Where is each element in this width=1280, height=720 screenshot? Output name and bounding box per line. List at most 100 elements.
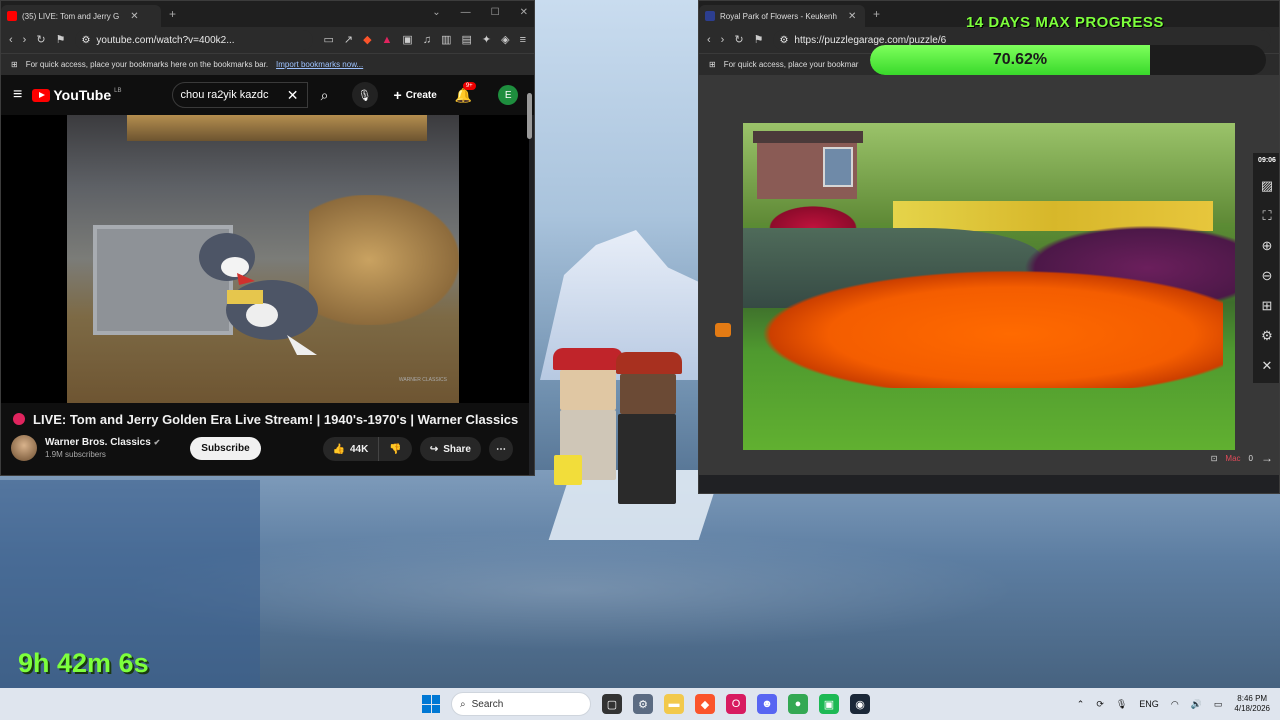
cast-icon[interactable]: ▭ bbox=[323, 34, 333, 46]
tray-chevron-icon[interactable]: ⌃ bbox=[1077, 699, 1085, 710]
zoom-in-icon[interactable]: ⊕ bbox=[1262, 238, 1273, 254]
chrome-icon[interactable]: ● bbox=[788, 694, 808, 714]
fullscreen-icon[interactable]: ⛶ bbox=[1262, 208, 1271, 224]
tab-strip: (35) LIVE: Tom and Jerry G ✕ + ⌄ — ☐ ✕ bbox=[1, 1, 534, 27]
apps-grid-icon[interactable]: ⊞ bbox=[709, 60, 716, 69]
settings-gear-icon[interactable]: ⚙ bbox=[1261, 328, 1273, 344]
search-icon: ⌕ bbox=[460, 698, 466, 710]
bookmarks-bar: ⊞ For quick access, place your bookmarks… bbox=[1, 53, 534, 75]
settings-app-icon[interactable]: ⚙ bbox=[633, 694, 653, 714]
clear-search-icon[interactable]: ✕ bbox=[287, 87, 299, 104]
back-icon[interactable]: ‹ bbox=[9, 34, 13, 46]
opera-icon[interactable]: O bbox=[726, 694, 746, 714]
reload-icon[interactable]: ↻ bbox=[36, 34, 45, 46]
maximize-icon[interactable]: ☐ bbox=[491, 7, 500, 18]
loose-puzzle-piece[interactable] bbox=[715, 323, 731, 337]
bookmark-hint: For quick access, place your bookmar bbox=[723, 60, 859, 69]
like-button[interactable]: 👍 44K bbox=[322, 437, 380, 461]
share-page-icon[interactable]: ↗ bbox=[344, 34, 353, 46]
wallet-icon[interactable]: ▤ bbox=[461, 34, 471, 46]
thumbs-down-icon: 👎 bbox=[389, 443, 402, 455]
forward-icon[interactable]: › bbox=[23, 34, 27, 46]
youtube-browser-window[interactable]: (35) LIVE: Tom and Jerry G ✕ + ⌄ — ☐ ✕ ‹… bbox=[0, 0, 535, 476]
clock[interactable]: 8:46 PM 4/18/2026 bbox=[1234, 694, 1270, 713]
leo-icon[interactable]: ✦ bbox=[482, 34, 491, 46]
mic-tray-icon[interactable]: 🎙 bbox=[1116, 699, 1127, 710]
media-icon[interactable]: ♫ bbox=[423, 34, 431, 46]
page-scrollbar[interactable] bbox=[527, 93, 532, 139]
preview-image-icon[interactable]: ▨ bbox=[1261, 178, 1273, 194]
puzzle-image[interactable] bbox=[743, 123, 1235, 450]
progress-bar: 70.62% bbox=[870, 45, 1266, 75]
brave-shield-icon[interactable]: ◆ bbox=[363, 34, 371, 46]
brave-browser-icon[interactable]: ◆ bbox=[695, 694, 715, 714]
task-view-icon[interactable]: ▢ bbox=[602, 694, 622, 714]
app-green-icon[interactable]: ▣ bbox=[819, 694, 839, 714]
video-title: LIVE: Tom and Jerry Golden Era Live Stre… bbox=[33, 412, 519, 427]
share-button[interactable]: ↪ Share bbox=[419, 437, 481, 461]
new-tab-icon[interactable]: + bbox=[873, 7, 880, 21]
youtube-logo[interactable]: YouTube LB bbox=[32, 87, 122, 103]
reload-icon[interactable]: ↻ bbox=[734, 34, 743, 46]
language-indicator[interactable]: ENG bbox=[1139, 699, 1159, 709]
video-title-row: LIVE: Tom and Jerry Golden Era Live Stre… bbox=[13, 412, 518, 427]
more-actions-button[interactable]: ⋯ bbox=[489, 437, 513, 461]
battery-icon[interactable]: ▭ bbox=[1214, 699, 1223, 710]
apps-grid-icon[interactable]: ⊞ bbox=[11, 60, 18, 69]
avatar[interactable]: E bbox=[498, 85, 519, 105]
windows-start-icon[interactable] bbox=[422, 695, 440, 713]
new-tab-icon[interactable]: + bbox=[169, 7, 176, 21]
tab-title: Royal Park of Flowers - Keukenh bbox=[720, 11, 837, 21]
vpn-icon[interactable]: ◈ bbox=[501, 34, 509, 46]
site-info-icon[interactable]: ⚙ bbox=[779, 35, 788, 46]
import-bookmarks-link[interactable]: Import bookmarks now... bbox=[276, 60, 363, 69]
pieces-grid-icon[interactable]: ⊞ bbox=[1262, 298, 1273, 314]
rewards-icon[interactable]: ▲ bbox=[382, 34, 393, 46]
arrow-right-icon[interactable]: → bbox=[1261, 451, 1273, 465]
channel-name-row[interactable]: Warner Bros. Classics ✔ bbox=[45, 437, 160, 448]
tab-puzzle[interactable]: Royal Park of Flowers - Keukenh ✕ bbox=[699, 5, 865, 27]
video-player[interactable]: WARNER CLASSICS bbox=[1, 115, 529, 403]
volume-icon[interactable]: 🔊 bbox=[1191, 699, 1202, 710]
forward-icon[interactable]: › bbox=[721, 34, 725, 46]
notifications-button[interactable]: 🔔 9+ bbox=[455, 81, 476, 104]
close-tab-icon[interactable]: ✕ bbox=[130, 11, 138, 22]
tab-search-icon[interactable]: ⌄ bbox=[432, 7, 440, 18]
zoom-out-icon[interactable]: ⊖ bbox=[1262, 268, 1273, 284]
search-button[interactable]: ⌕ bbox=[308, 82, 342, 108]
notification-badge: 9+ bbox=[462, 81, 476, 90]
minimize-icon[interactable]: — bbox=[461, 7, 471, 18]
youtube-header: ≡ YouTube LB chou ra2yik kazdc ✕ ⌕ 🎙 + C… bbox=[1, 75, 534, 115]
close-icon[interactable]: ✕ bbox=[1262, 358, 1273, 374]
create-button[interactable]: + Create bbox=[394, 87, 437, 103]
menu-icon[interactable]: ≡ bbox=[520, 34, 526, 46]
search-input[interactable]: chou ra2yik kazdc ✕ bbox=[171, 82, 308, 108]
close-tab-icon[interactable]: ✕ bbox=[848, 11, 856, 22]
dislike-button[interactable]: 👎 bbox=[379, 437, 412, 461]
file-explorer-icon[interactable]: ▬ bbox=[664, 694, 684, 714]
youtube-play-icon bbox=[32, 88, 51, 102]
wifi-icon[interactable]: ◠ bbox=[1171, 699, 1179, 710]
steam-icon[interactable]: ◉ bbox=[850, 694, 870, 714]
tab-youtube[interactable]: (35) LIVE: Tom and Jerry G ✕ bbox=[1, 5, 161, 27]
taskbar-search[interactable]: ⌕ Search bbox=[451, 692, 591, 716]
voice-search-button[interactable]: 🎙 bbox=[351, 82, 378, 108]
subscribe-button[interactable]: Subscribe bbox=[190, 436, 261, 460]
site-info-icon[interactable]: ⚙ bbox=[81, 35, 90, 46]
channel-avatar[interactable] bbox=[11, 435, 37, 461]
bookmark-icon[interactable]: ⚑ bbox=[56, 34, 66, 46]
discord-icon[interactable]: ☻ bbox=[757, 694, 777, 714]
reader-icon[interactable]: ▣ bbox=[402, 34, 412, 46]
puzzle-area[interactable]: 09:06 ▨ ⛶ ⊕ ⊖ ⊞ ⚙ ✕ ⊡ Mac 0 → bbox=[699, 75, 1279, 475]
address-bar[interactable]: ⚙ youtube.com/watch?v=400k2... bbox=[75, 30, 314, 50]
close-window-icon[interactable]: ✕ bbox=[520, 7, 528, 18]
sidebar-icon[interactable]: ▥ bbox=[441, 34, 451, 46]
footer-count: 0 bbox=[1248, 453, 1253, 463]
bookmark-icon[interactable]: ⚑ bbox=[754, 34, 764, 46]
guide-menu-icon[interactable]: ≡ bbox=[13, 86, 22, 104]
sync-icon[interactable]: ⟳ bbox=[1096, 699, 1104, 710]
back-icon[interactable]: ‹ bbox=[707, 34, 711, 46]
video-info: LIVE: Tom and Jerry Golden Era Live Stre… bbox=[1, 403, 529, 475]
url-text: youtube.com/watch?v=400k2... bbox=[96, 34, 235, 46]
more-icon: ⋯ bbox=[496, 443, 506, 455]
